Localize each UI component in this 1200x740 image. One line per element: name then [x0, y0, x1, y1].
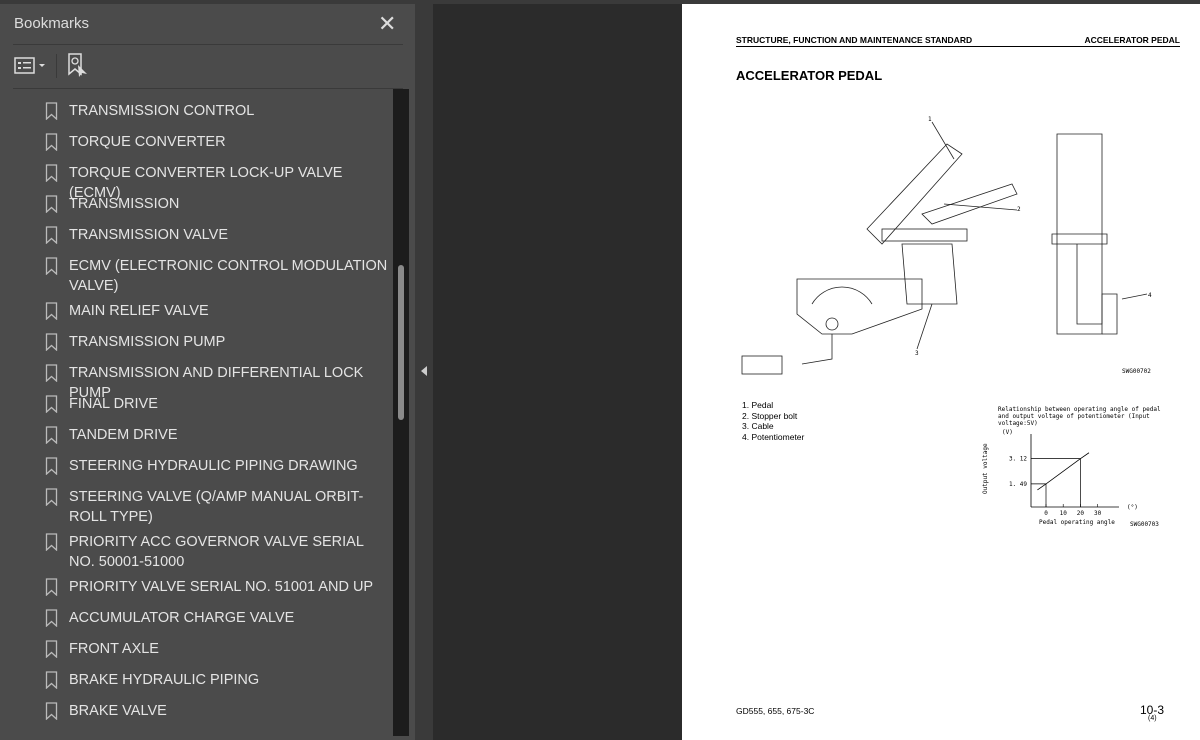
x-tick-label: 20: [1077, 510, 1085, 517]
bookmark-label: PRIORITY ACC GOVERNOR VALVE SERIAL NO. 5…: [69, 534, 364, 570]
bookmark-icon: [45, 364, 58, 382]
bookmark-find-icon: [68, 53, 87, 77]
bookmark-item[interactable]: STEERING VALVE (Q/AMP MANUAL ORBIT-ROLL …: [45, 487, 390, 527]
bookmark-item[interactable]: ACCUMULATOR CHARGE VALVE: [45, 608, 390, 628]
panel-collapse-handle[interactable]: [415, 4, 433, 740]
divider: [13, 88, 403, 89]
bookmark-label: FINAL DRIVE: [69, 396, 158, 412]
y-tick-label: 3. 12: [1009, 456, 1027, 463]
reference-line: [1031, 458, 1081, 507]
collapse-arrow-icon: [421, 366, 427, 376]
voltage-chart: 1. 49 3. 12 0 10 20 30: [1009, 434, 1119, 517]
bookmark-item[interactable]: TRANSMISSION VALVE: [45, 225, 390, 245]
reference-line: [1031, 483, 1047, 507]
bookmark-icon: [45, 671, 58, 689]
close-icon[interactable]: ✕: [378, 11, 396, 37]
bookmark-item[interactable]: PRIORITY VALVE SERIAL NO. 51001 AND UP: [45, 577, 390, 597]
list-options-icon: [14, 57, 45, 74]
bookmark-label: PRIORITY VALVE SERIAL NO. 51001 AND UP: [69, 579, 374, 595]
bookmark-icon: [45, 257, 58, 275]
bookmark-icon: [45, 195, 58, 213]
bookmark-icon: [45, 578, 58, 596]
bookmark-item[interactable]: TORQUE CONVERTER: [45, 132, 390, 152]
bookmark-icon: [45, 426, 58, 444]
bookmark-label: TRANSMISSION CONTROL: [69, 103, 255, 119]
bookmark-item[interactable]: FRONT AXLE: [45, 639, 390, 659]
bookmark-icon: [45, 302, 58, 320]
bookmark-label: TORQUE CONVERTER: [69, 134, 226, 150]
bookmark-item[interactable]: TANDEM DRIVE: [45, 425, 390, 445]
bookmark-item[interactable]: MAIN RELIEF VALVE: [45, 301, 390, 321]
divider: [13, 44, 403, 45]
bookmark-item[interactable]: PRIORITY ACC GOVERNOR VALVE SERIAL NO. 5…: [45, 532, 390, 572]
bookmark-icon: [45, 333, 58, 351]
bookmark-icon: [45, 457, 58, 475]
bookmark-label: BRAKE HYDRAULIC PIPING: [69, 672, 260, 688]
bookmark-label: TANDEM DRIVE: [69, 427, 178, 443]
x-unit: (°): [1127, 504, 1138, 511]
bookmark-label: BRAKE VALVE: [69, 703, 167, 719]
y-tick-label: 1. 49: [1009, 481, 1027, 488]
bookmark-label: STEERING HYDRAULIC PIPING DRAWING: [69, 458, 358, 474]
bookmark-item[interactable]: STEERING HYDRAULIC PIPING DRAWING: [45, 456, 390, 476]
bookmark-item[interactable]: TRANSMISSION: [45, 194, 390, 214]
bookmark-label: MAIN RELIEF VALVE: [69, 303, 209, 319]
bookmark-label: ECMV (ELECTRONIC CONTROL MODULATION VALV…: [69, 258, 388, 294]
bookmark-icon: [45, 702, 58, 720]
bookmark-icon: [45, 395, 58, 413]
bookmark-label: ACCUMULATOR CHARGE VALVE: [69, 610, 295, 626]
bookmark-item[interactable]: FINAL DRIVE: [45, 394, 390, 414]
bookmark-icon: [45, 102, 58, 120]
bookmark-icon: [45, 133, 58, 151]
bookmark-icon: [45, 164, 58, 182]
bookmark-icon: [45, 533, 58, 551]
bookmark-icon: [45, 226, 58, 244]
x-tick-label: 10: [1060, 510, 1068, 517]
bookmark-label: FRONT AXLE: [69, 641, 159, 657]
page-sub: (4): [1148, 715, 1157, 722]
bookmark-icon: [45, 609, 58, 627]
bookmark-icon: [45, 640, 58, 658]
bookmark-label: TRANSMISSION VALVE: [69, 227, 228, 243]
bookmark-item[interactable]: TRANSMISSION CONTROL: [45, 101, 390, 121]
bookmark-item[interactable]: TRANSMISSION PUMP: [45, 332, 390, 352]
bookmark-item[interactable]: ECMV (ELECTRONIC CONTROL MODULATION VALV…: [45, 256, 390, 296]
bookmark-item[interactable]: BRAKE HYDRAULIC PIPING: [45, 670, 390, 690]
bookmark-label: TRANSMISSION PUMP: [69, 334, 226, 350]
bookmark-list: TRANSMISSION CONTROL TORQUE CONVERTER TORQ…: [0, 92, 393, 740]
bookmark-label: TRANSMISSION: [69, 196, 180, 212]
options-menu-button[interactable]: [14, 56, 50, 76]
toolbar-separator: [56, 54, 57, 78]
bookmark-item[interactable]: BRAKE VALVE: [45, 701, 390, 721]
bookmark-label: STEERING VALVE (Q/AMP MANUAL ORBIT-ROLL …: [69, 489, 364, 525]
figure2-code: SWG00703: [1130, 521, 1159, 528]
x-tick-label: 30: [1094, 510, 1102, 517]
bookmark-icon: [45, 488, 58, 506]
scrollbar-thumb[interactable]: [398, 265, 404, 420]
y-unit: (V): [1002, 429, 1013, 436]
find-current-bookmark-button[interactable]: [66, 52, 90, 80]
x-axis-label: Pedal operating angle: [1039, 519, 1115, 526]
x-tick-label: 0: [1044, 510, 1048, 517]
y-axis-label: Output voltage: [982, 443, 989, 494]
bookmarks-panel: Bookmarks ✕ TRANSMISSION CONTROL TORQUE C…: [0, 4, 415, 740]
pdf-page: STRUCTURE, FUNCTION AND MAINTENANCE STAN…: [682, 4, 1200, 740]
panel-title: Bookmarks: [14, 15, 90, 32]
footer-model: GD555, 655, 675-3C: [736, 706, 815, 716]
